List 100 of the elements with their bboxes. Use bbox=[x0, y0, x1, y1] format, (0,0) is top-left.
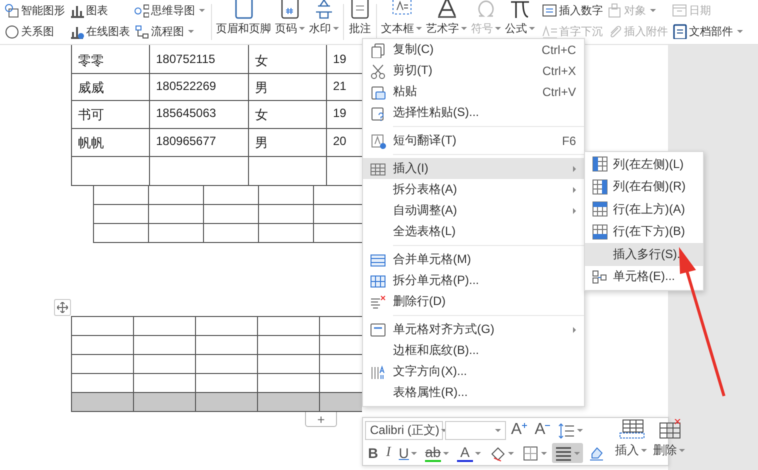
menu-item[interactable]: 拆分单元格(P)... bbox=[363, 270, 584, 291]
menu-item[interactable]: 列(在右侧)(R) bbox=[585, 176, 703, 198]
menu-item[interactable]: 插入(I) bbox=[363, 158, 584, 179]
toolbar-button[interactable]: 文档部件 bbox=[670, 21, 745, 42]
ribbon-button[interactable]: 页码 bbox=[273, 0, 307, 37]
menu-item[interactable]: 复制(C) Ctrl+C bbox=[363, 39, 584, 60]
menu-item[interactable]: 行(在上方)(A) bbox=[585, 198, 703, 220]
format-button[interactable]: A bbox=[508, 420, 530, 440]
line-spacing-icon bbox=[558, 422, 576, 438]
font-dropdown[interactable]: Calibri (正文) bbox=[365, 420, 443, 440]
clipboard-icon bbox=[370, 104, 386, 120]
table-icon bbox=[370, 160, 386, 176]
menu-item[interactable]: 单元格对齐方式(G) bbox=[363, 319, 584, 340]
menu-item[interactable]: 表格属性(R)... bbox=[363, 382, 584, 403]
paint-bucket-icon bbox=[488, 444, 506, 462]
format-button[interactable]: I bbox=[383, 443, 394, 463]
table-cell: 180965677 bbox=[150, 128, 248, 156]
menu-item[interactable]: 边框和底纹(B)... bbox=[363, 340, 584, 361]
clipboard-icon bbox=[370, 84, 386, 100]
toolbar-button[interactable]: 思维导图 bbox=[132, 0, 207, 21]
toolbar-button[interactable]: 流程图 bbox=[132, 21, 207, 42]
circle-icon bbox=[4, 24, 19, 39]
ribbon-button[interactable]: 公式 bbox=[503, 0, 537, 37]
submenu-arrow-icon bbox=[573, 326, 576, 332]
toolbar-button[interactable]: 智能图形 bbox=[2, 0, 67, 21]
bar-chart-icon bbox=[69, 3, 84, 18]
caret-icon bbox=[442, 452, 449, 454]
menu-item[interactable]: 选择性粘贴(S)... bbox=[363, 102, 584, 123]
menu-item[interactable]: 单元格(E)... bbox=[585, 266, 703, 288]
toolbar-button[interactable]: 在线图表 bbox=[67, 21, 132, 42]
caret-icon bbox=[529, 27, 535, 30]
caret-icon bbox=[474, 452, 481, 454]
move-handle[interactable] bbox=[54, 299, 71, 316]
format-button[interactable]: B bbox=[365, 443, 382, 463]
caret-icon bbox=[650, 9, 656, 12]
caret-icon bbox=[410, 452, 417, 454]
menu-item[interactable]: 删除行(D) bbox=[363, 291, 584, 312]
table-cell: 180522269 bbox=[150, 74, 248, 100]
caret-icon bbox=[495, 428, 501, 432]
ribbon-button[interactable]: 文本框 bbox=[379, 0, 424, 37]
ribbon-button[interactable]: 水印 bbox=[307, 0, 341, 37]
table-cell: 185645063 bbox=[150, 100, 248, 128]
shapes-icon bbox=[4, 3, 19, 18]
menu-item[interactable]: 行(在下方)(B) bbox=[585, 220, 703, 243]
drop-cap-icon bbox=[542, 24, 557, 39]
eraser-icon bbox=[588, 444, 605, 462]
format-button[interactable]: ab bbox=[422, 443, 452, 463]
toolbar-button[interactable]: 插入数字 bbox=[540, 0, 605, 21]
caret-icon bbox=[508, 452, 514, 454]
ribbon-button[interactable]: 批注 bbox=[346, 0, 374, 37]
menu-item[interactable]: 短句翻译(T) F6 bbox=[363, 130, 584, 151]
shortcut-text: Ctrl+X bbox=[542, 64, 576, 78]
align-lines-icon bbox=[554, 444, 572, 462]
shortcut-text: Ctrl+C bbox=[542, 42, 576, 56]
table-cell: 书可 bbox=[72, 100, 150, 128]
scissors-icon bbox=[370, 62, 386, 78]
ribbon-button[interactable]: 艺术字 bbox=[424, 0, 469, 37]
merge-cells-icon bbox=[370, 252, 386, 268]
caret-icon bbox=[577, 428, 584, 432]
toolbar-button[interactable]: 关系图 bbox=[2, 21, 67, 42]
column-left-icon bbox=[592, 156, 608, 172]
minus-icon bbox=[545, 423, 550, 428]
submenu-arrow-icon bbox=[573, 186, 576, 192]
shortcut-text: Ctrl+V bbox=[542, 84, 576, 98]
table-cell: 女 bbox=[248, 100, 326, 128]
caret-icon bbox=[495, 27, 501, 30]
menu-item[interactable]: 拆分表格(A) bbox=[363, 179, 584, 200]
caret-icon bbox=[640, 448, 647, 452]
menu-item[interactable]: 自动调整(A) bbox=[363, 200, 584, 221]
menu-item[interactable]: 剪切(T) Ctrl+X bbox=[363, 60, 584, 81]
caret-icon bbox=[540, 452, 547, 454]
format-button[interactable]: A bbox=[454, 443, 484, 463]
menu-item[interactable]: 文字方向(X)... bbox=[363, 361, 584, 382]
menu-item[interactable]: 插入多行(S). bbox=[585, 243, 703, 266]
table-button[interactable]: 插入 bbox=[612, 418, 650, 464]
borders-icon bbox=[522, 444, 539, 462]
menu-item[interactable]: 合并单元格(M) bbox=[363, 249, 584, 270]
caret-icon bbox=[461, 27, 467, 30]
submenu-arrow-icon bbox=[573, 166, 576, 172]
translate-icon bbox=[370, 132, 386, 148]
menu-item[interactable]: 全选表格(L) bbox=[363, 221, 584, 242]
toolbar-button[interactable]: 图表 bbox=[67, 0, 132, 21]
add-row-button[interactable]: + bbox=[305, 412, 337, 427]
format-button[interactable]: U bbox=[396, 443, 420, 463]
column-right-icon bbox=[592, 178, 608, 195]
table-button[interactable]: 删除 bbox=[650, 418, 688, 464]
caret-icon bbox=[299, 27, 305, 30]
table-cell: 帆帆 bbox=[72, 128, 150, 156]
node-diagram-icon bbox=[134, 3, 149, 18]
menu-item[interactable]: 列(在左侧)(L) bbox=[585, 153, 703, 176]
caret-icon bbox=[333, 27, 339, 30]
format-button[interactable]: A bbox=[532, 420, 554, 440]
calendar-icon bbox=[672, 3, 687, 18]
format-button[interactable] bbox=[552, 443, 583, 463]
bar-chart-icon bbox=[69, 24, 84, 39]
shortcut-text: F6 bbox=[562, 134, 576, 148]
menu-item[interactable]: 粘贴 Ctrl+V bbox=[363, 81, 584, 102]
table-cell: 威威 bbox=[72, 74, 150, 100]
ribbon-button[interactable]: 页眉和页脚 bbox=[214, 0, 273, 37]
caret-icon bbox=[678, 448, 685, 452]
